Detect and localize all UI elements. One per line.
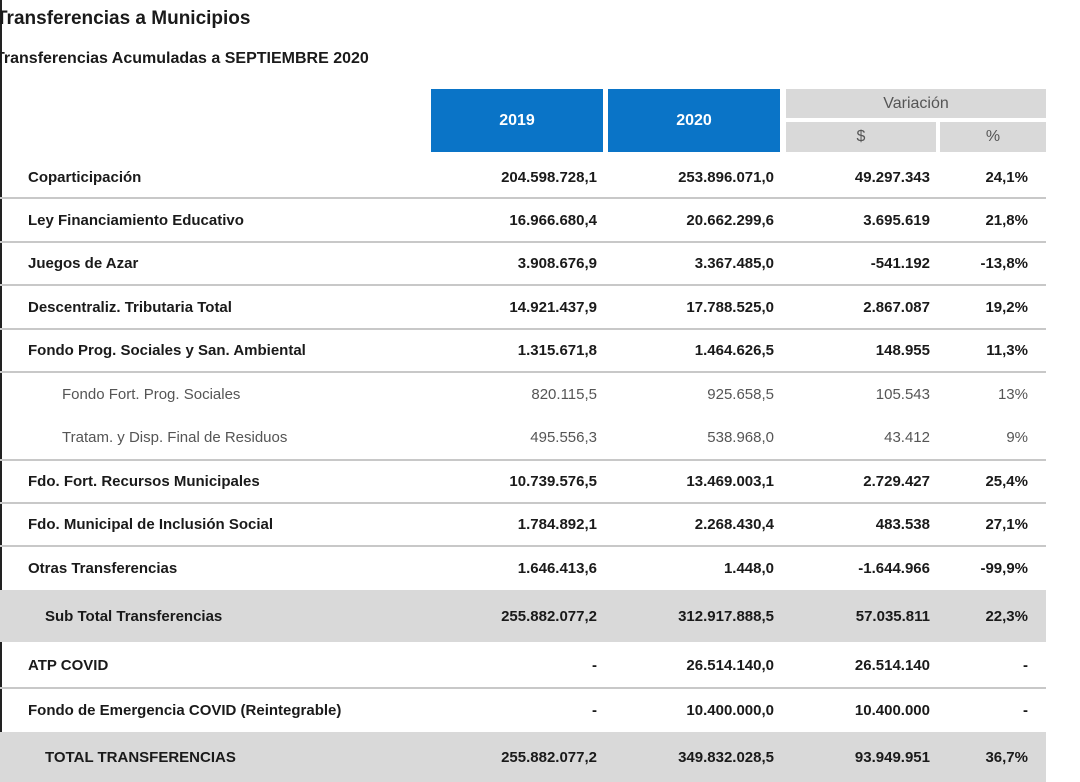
row-label: Fondo Fort. Prog. Sociales [62,386,241,403]
table-row: Coparticipación 204.598.728,1 253.896.07… [0,157,1046,198]
variation-percent: 11,3% [986,342,1028,359]
row-label: Coparticipación [28,169,142,186]
variation-percent: 27,1% [985,516,1028,533]
value-2019: 3.908.676,9 [517,255,597,272]
variation-amount: 10.400.000 [854,701,930,719]
row-label: Descentraliz. Tributaria Total [28,299,232,316]
column-header-2020: 2020 [608,89,780,152]
variation-amount: 49.297.343 [854,169,930,186]
value-2019: 10.739.576,5 [509,473,597,490]
value-2020: 3.367.485,0 [694,255,774,272]
variation-percent: -99,9% [980,559,1028,577]
value-2020: 26.514.140,0 [686,656,774,674]
row-label: Ley Financiamiento Educativo [28,212,244,229]
page-subtitle: Transferencias Acumuladas a SEPTIEMBRE 2… [0,50,369,67]
table-row: Juegos de Azar 3.908.676,9 3.367.485,0 -… [0,243,1046,284]
value-2019: 1.784.892,1 [517,516,597,533]
variation-amount: 57.035.811 [855,607,930,625]
variation-percent: 25,4% [985,473,1028,490]
variation-amount: 105.543 [875,386,930,403]
table-row: Fondo Prog. Sociales y San. Ambiental 1.… [0,330,1046,371]
variation-percent: 13% [997,386,1028,403]
row-label: TOTAL TRANSFERENCIAS [45,748,236,766]
variation-percent: 22,3% [985,607,1028,625]
row-label: Otras Transferencias [28,559,178,577]
column-header-variation: Variación [786,89,1046,118]
table-row: ATP COVID - 26.514.140,0 26.514.140 - [0,644,1046,686]
table-row: Fondo de Emergencia COVID (Reintegrable)… [0,689,1046,731]
value-2019: 495.556,3 [530,429,597,446]
variation-percent: 24,1% [985,169,1028,186]
variation-percent: 21,8% [985,212,1028,229]
variation-percent: -13,8% [980,255,1028,272]
row-label: ATP COVID [28,656,109,674]
table-row: Ley Financiamiento Educativo 16.966.680,… [0,200,1046,241]
value-2019: 1.646.413,6 [517,559,597,577]
value-2019: 204.598.728,1 [501,169,597,186]
table-row: Fdo. Fort. Recursos Municipales 10.739.5… [0,461,1046,502]
value-2020: 1.448,0 [723,559,774,577]
table-row: Fdo. Municipal de Inclusión Social 1.784… [0,504,1046,545]
column-header-2019: 2019 [431,89,603,152]
variation-amount: 148.955 [875,342,930,359]
variation-amount: 2.729.427 [863,473,930,490]
variation-amount: -541.192 [870,255,930,272]
row-label: Juegos de Azar [28,255,139,272]
table-row: Otras Transferencias 1.646.413,6 1.448,0… [0,547,1046,589]
value-2019: - [592,701,597,719]
variation-percent: - [1023,656,1028,674]
page-title: Transferencias a Municipios [0,8,251,29]
variation-amount: 2.867.087 [863,299,930,316]
value-2019: 16.966.680,4 [509,212,597,229]
value-2019: 255.882.077,2 [501,607,597,625]
value-2020: 2.268.430,4 [694,516,774,533]
column-header-variation-percent: % [940,122,1046,152]
variation-amount: 483.538 [875,516,930,533]
value-2019: - [592,656,597,674]
variation-amount: 3.695.619 [863,212,930,229]
variation-percent: 9% [1006,429,1028,446]
row-label: Fdo. Municipal de Inclusión Social [28,516,274,533]
value-2020: 1.464.626,5 [694,342,774,359]
variation-percent: 19,2% [985,299,1028,316]
row-label: Tratam. y Disp. Final de Residuos [62,429,288,446]
value-2020: 17.788.525,0 [686,299,774,316]
subtotal-row: Sub Total Transferencias 255.882.077,2 3… [0,590,1046,642]
row-divider [0,284,1046,286]
row-label: Fdo. Fort. Recursos Municipales [28,473,260,490]
total-row: TOTAL TRANSFERENCIAS 255.882.077,2 349.8… [0,732,1046,782]
value-2020: 312.917.888,5 [678,607,774,625]
variation-amount: 26.514.140 [854,656,930,674]
value-2020: 349.832.028,5 [678,748,774,766]
variation-percent: 36,7% [985,748,1028,766]
variation-amount: 43.412 [884,429,930,446]
value-2019: 255.882.077,2 [501,748,597,766]
row-label: Fondo Prog. Sociales y San. Ambiental [28,342,306,359]
table-row-sub: Fondo Fort. Prog. Sociales 820.115,5 925… [0,373,1046,416]
value-2020: 538.968,0 [707,429,774,446]
value-2020: 253.896.071,0 [678,169,774,186]
table-row: Descentraliz. Tributaria Total 14.921.43… [0,287,1046,328]
value-2020: 10.400.000,0 [686,701,774,719]
value-2019: 14.921.437,9 [509,299,597,316]
value-2020: 20.662.299,6 [686,212,774,229]
value-2019: 1.315.671,8 [517,342,597,359]
variation-amount: -1.644.966 [858,559,930,577]
value-2019: 820.115,5 [531,386,597,403]
table-row-sub: Tratam. y Disp. Final de Residuos 495.55… [0,416,1046,459]
variation-percent: - [1023,701,1028,719]
column-header-variation-amount: $ [786,122,936,152]
row-label: Sub Total Transferencias [45,607,223,625]
value-2020: 925.658,5 [707,386,774,403]
row-label: Fondo de Emergencia COVID (Reintegrable) [28,701,342,719]
value-2020: 13.469.003,1 [686,473,774,490]
variation-amount: 93.949.951 [854,748,930,766]
row-divider [0,197,1046,199]
